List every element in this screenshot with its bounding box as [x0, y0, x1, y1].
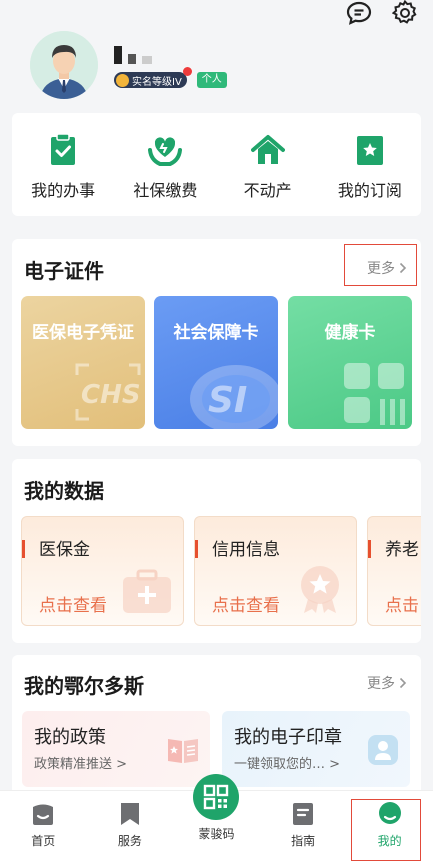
highlight-box: [344, 244, 417, 286]
accent-bar: [22, 540, 25, 558]
ordos-my-policy[interactable]: 我的政策 政策精准推送 >: [22, 711, 210, 787]
user-name-redacted: [114, 42, 227, 64]
profile-info: 实名等级IV 个人: [114, 42, 227, 88]
medal-icon: [301, 566, 339, 613]
accent-bar: [195, 540, 198, 558]
data-item-pension[interactable]: 养老 点击: [367, 516, 421, 626]
quick-action-my-affairs[interactable]: 我的办事: [18, 132, 108, 201]
quick-action-real-estate[interactable]: 不动产: [223, 133, 313, 201]
tab-label: 指南: [291, 834, 316, 848]
cert-social-security-card[interactable]: 社会保障卡 SI: [154, 296, 278, 429]
verification-level-badge: 实名等级IV: [114, 67, 192, 88]
data-item-action: 点击查看: [39, 596, 107, 616]
ordos-item-subtitle: 一键领取您的… >: [234, 757, 341, 772]
data-item-label: 养老: [385, 540, 419, 560]
section-title: 我的鄂尔多斯: [24, 674, 144, 698]
notification-dot: [182, 67, 192, 76]
data-item-label: 信用信息: [212, 540, 280, 560]
medical-kit-icon: [123, 569, 171, 613]
more-label: 更多: [367, 676, 395, 692]
chevron-right-icon: [399, 677, 407, 689]
tab-home[interactable]: 首页: [8, 801, 78, 865]
message-icon[interactable]: [345, 0, 373, 26]
header-actions: [345, 0, 419, 26]
house-icon: [250, 134, 285, 164]
settings-icon[interactable]: [391, 0, 419, 26]
home-icon: [33, 804, 54, 825]
quick-action-label: 我的办事: [31, 180, 96, 200]
tab-label: 服务: [117, 834, 142, 848]
cert-label: 社会保障卡: [173, 323, 259, 343]
section-title: 电子证件: [24, 259, 104, 283]
bookmark-star-icon: [356, 135, 383, 165]
qr-code-icon: [193, 774, 240, 820]
cert-medical-insurance[interactable]: 医保电子凭证 CHS: [21, 296, 145, 429]
tab-label: 首页: [31, 834, 56, 848]
user-level-icon: [116, 73, 129, 87]
quick-action-label: 社保缴费: [133, 180, 198, 200]
data-item-action: 点击: [385, 596, 419, 616]
data-item-credit-info[interactable]: 信用信息 点击查看: [194, 516, 357, 626]
ordos-my-e-seal[interactable]: 我的电子印章 一键领取您的… >: [222, 711, 410, 787]
data-item-medical-fund[interactable]: 医保金 点击查看: [21, 516, 184, 626]
data-item-label: 医保金: [39, 540, 90, 560]
profile-badges: 实名等级IV 个人: [114, 67, 227, 88]
ordos-more-link[interactable]: 更多: [367, 673, 407, 693]
avatar[interactable]: [30, 31, 98, 99]
heart-hands-icon: [148, 136, 183, 166]
verification-level-label: 实名等级IV: [132, 76, 182, 88]
guide-icon: [293, 803, 314, 825]
cert-health-card[interactable]: 健康卡: [288, 296, 412, 429]
cert-label: 健康卡: [324, 323, 376, 343]
ordos-item-title: 我的电子印章: [234, 727, 342, 748]
policy-book-icon: [168, 739, 198, 763]
data-item-action: 点击查看: [212, 596, 280, 616]
ordos-item-subtitle: 政策精准推送 >: [34, 757, 128, 772]
ordos-item-title: 我的政策: [34, 727, 106, 748]
svg-text:SI: SI: [208, 380, 247, 421]
section-title: 我的数据: [24, 479, 104, 503]
e-certificates-card: 电子证件 更多 医保电子凭证 CHS 社会保障卡 SI 健康卡: [12, 239, 421, 446]
tab-services[interactable]: 服务: [95, 801, 165, 865]
bottom-tab-bar: 首页 服务 蒙骏码 指南 我的: [0, 774, 433, 865]
quick-action-label: 不动产: [243, 180, 292, 200]
account-type-badge: 个人: [196, 72, 227, 88]
tab-label: 蒙骏码: [198, 827, 235, 841]
tab-mengjun-code[interactable]: 蒙骏码: [181, 774, 251, 865]
quick-action-social-security[interactable]: 社保缴费: [120, 133, 210, 201]
highlight-box: [351, 799, 421, 861]
tab-guide[interactable]: 指南: [268, 801, 338, 865]
cert-label: 医保电子凭证: [32, 323, 134, 343]
social-security-logo-icon: SI: [190, 365, 278, 429]
health-qr-icon: [344, 363, 405, 425]
seal-stamp-icon: [368, 735, 398, 765]
profile-section[interactable]: 实名等级IV 个人: [30, 30, 227, 100]
quick-actions-card: 我的办事 社保缴费 不动产 我的订阅: [12, 113, 421, 216]
svg-text:CHS: CHS: [81, 380, 141, 410]
chs-logo-icon: CHS: [75, 363, 141, 421]
clipboard-check-icon: [51, 132, 76, 165]
accent-bar: [368, 540, 371, 558]
my-data-card: 我的数据 医保金 点击查看 信用信息 点击查看 养老 点击: [12, 459, 421, 643]
quick-action-label: 我的订阅: [337, 180, 402, 200]
quick-action-subscriptions[interactable]: 我的订阅: [325, 133, 415, 201]
bookmark-icon: [120, 803, 139, 825]
